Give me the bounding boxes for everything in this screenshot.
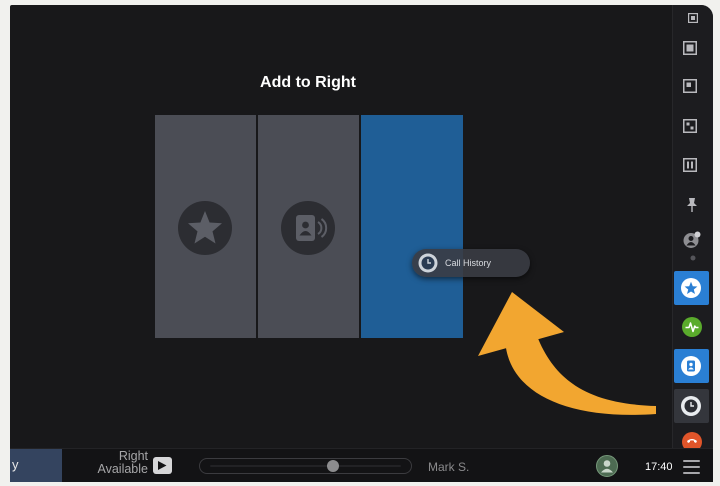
share-icon[interactable]: [153, 456, 172, 475]
slider-line: [210, 465, 401, 467]
user-name: Mark S.: [428, 460, 470, 474]
avatar[interactable]: [596, 455, 618, 477]
status-line-2: Available: [97, 462, 148, 476]
screen-status: Right Available: [78, 450, 148, 476]
slider-knob[interactable]: [326, 460, 339, 472]
arrow-body: [506, 336, 656, 415]
slider-track[interactable]: [199, 458, 412, 474]
clock-time: 17:40: [645, 461, 673, 473]
menu-icon[interactable]: [683, 460, 700, 474]
left-tab-label: y: [12, 457, 19, 472]
curved-arrow-annotation: [478, 292, 656, 415]
